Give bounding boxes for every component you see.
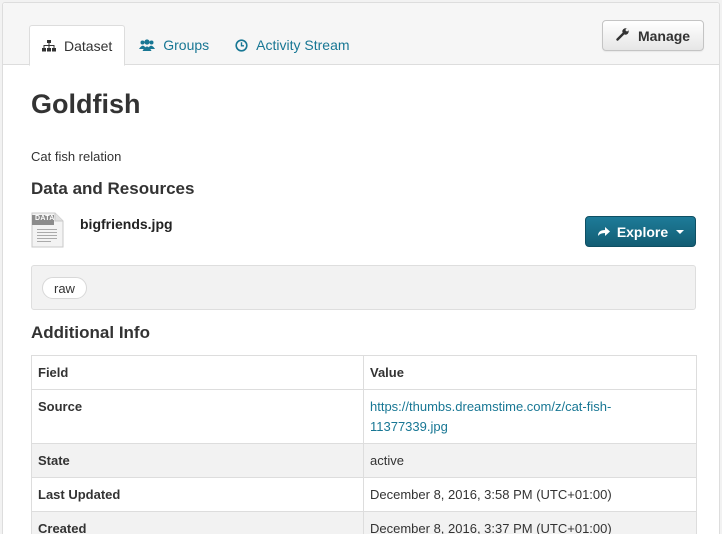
additional-info-heading: Additional Info [31, 323, 150, 342]
resources-heading: Data and Resources [31, 179, 195, 198]
field-last-updated: Last Updated [31, 477, 364, 512]
field-created: Created [31, 511, 364, 534]
explore-button-label: Explore [616, 223, 669, 240]
page-header: Dataset Groups Activity Stream Manage [3, 3, 719, 66]
dataset-notes: Cat fish relation [31, 149, 122, 164]
table-header-row: Field Value [31, 355, 697, 390]
explore-button[interactable]: Explore [585, 216, 696, 247]
additional-info-table: Field Value Source https://thumbs.dreams… [31, 355, 697, 534]
source-link-line2: 11377339.jpg [370, 419, 448, 434]
table-row: Last Updated December 8, 2016, 3:58 PM (… [31, 477, 697, 512]
source-link-line1: https://thumbs.dreamstime.com/z/cat-fish… [370, 399, 612, 414]
data-file-format-label: DATA [35, 215, 55, 222]
users-icon [139, 39, 156, 51]
wrench-icon [616, 27, 630, 44]
share-icon [597, 224, 611, 240]
tag-list: raw [31, 265, 696, 310]
tab-dataset-label: Dataset [64, 37, 113, 54]
clock-icon [235, 38, 248, 52]
value-state: active [363, 443, 697, 478]
tab-dataset[interactable]: Dataset [29, 25, 126, 66]
table-row: Source https://thumbs.dreamstime.com/z/c… [31, 389, 697, 444]
dataset-title: Goldfish [31, 89, 141, 119]
tab-groups-label: Groups [163, 37, 210, 53]
field-source: Source [31, 389, 364, 444]
value-created: December 8, 2016, 3:37 PM (UTC+01:00) [363, 511, 697, 534]
data-file-icon[interactable]: DATA [31, 212, 64, 253]
value-source: https://thumbs.dreamstime.com/z/cat-fish… [363, 389, 697, 444]
sitemap-icon [42, 39, 56, 52]
table-row: State active [31, 443, 697, 478]
resource-name-link[interactable]: bigfriends.jpg [80, 216, 173, 232]
caret-down-icon [676, 229, 685, 234]
tab-activity-stream-label: Activity Stream [256, 37, 350, 53]
tab-bar: Dataset Groups Activity Stream [29, 25, 362, 66]
tag-pill[interactable]: raw [42, 277, 87, 299]
manage-button-label: Manage [637, 27, 691, 44]
tab-groups[interactable]: Groups [127, 25, 221, 65]
tab-activity-stream[interactable]: Activity Stream [223, 25, 361, 65]
main-panel: Dataset Groups Activity Stream Manage Go… [2, 2, 720, 534]
source-link[interactable]: https://thumbs.dreamstime.com/z/cat-fish… [370, 399, 611, 434]
column-header-field: Field [31, 355, 364, 390]
column-header-value: Value [363, 355, 697, 390]
table-row: Created December 8, 2016, 3:37 PM (UTC+0… [31, 511, 697, 534]
field-state: State [31, 443, 364, 478]
value-last-updated: December 8, 2016, 3:58 PM (UTC+01:00) [363, 477, 697, 512]
manage-button[interactable]: Manage [602, 20, 704, 51]
